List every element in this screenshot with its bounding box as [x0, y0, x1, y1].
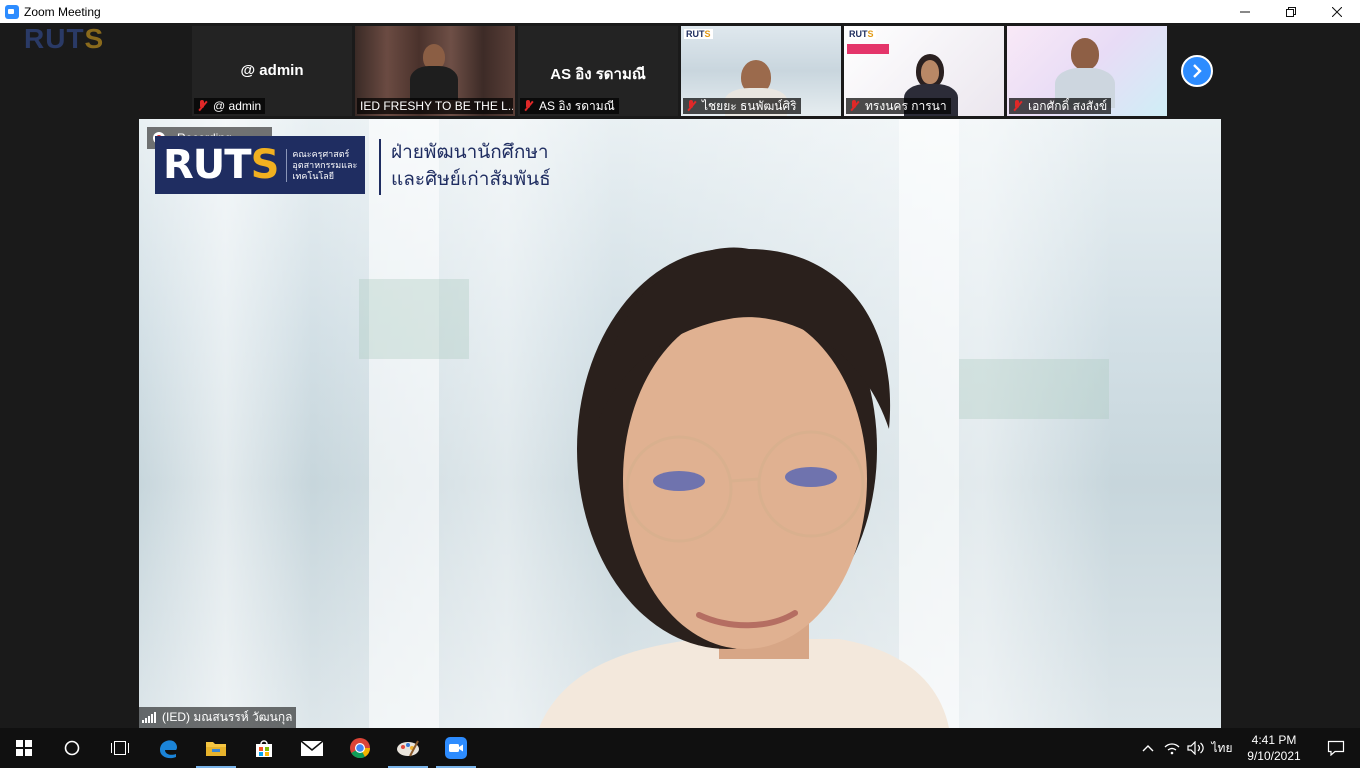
- background-logo: RUTS: [24, 23, 105, 54]
- windows-taskbar: ไทย 4:41 PM 9/10/2021: [0, 728, 1360, 768]
- participant-label: @ admin: [194, 98, 266, 114]
- participant-name: IED FRESHY TO BE THE L...: [360, 99, 513, 113]
- window-title: Zoom Meeting: [24, 4, 101, 19]
- store-app[interactable]: [240, 728, 288, 768]
- paint-app[interactable]: [384, 728, 432, 768]
- minimize-button[interactable]: [1222, 0, 1268, 23]
- ruts-logo-subtitle: คณะครุศาสตร์ อุตสาหกรรมและเทคโนโลยี: [286, 148, 365, 182]
- banner-divider: [379, 139, 381, 195]
- participant-name-center: AS อิง รดามณี: [550, 66, 646, 83]
- notification-icon: [1327, 740, 1345, 756]
- action-center-button[interactable]: [1312, 728, 1360, 768]
- mic-muted-icon: [849, 100, 859, 112]
- taskbar-clock[interactable]: 4:41 PM 9/10/2021: [1236, 732, 1312, 764]
- participant-video-face: [921, 60, 939, 84]
- participant-video-head: [1071, 38, 1099, 70]
- mic-muted-icon: [686, 100, 696, 112]
- participant-label: เอกศักดิ์ สงสังข์: [1009, 98, 1112, 114]
- ruts-banner-logo: RUTS คณะครุศาสตร์ อุตสาหกรรมและเทคโนโลยี: [155, 136, 365, 194]
- ruts-logo-text: RUTS: [163, 142, 279, 188]
- chrome-icon: [350, 738, 371, 759]
- close-icon: [1332, 6, 1342, 17]
- task-view-button[interactable]: [96, 728, 144, 768]
- banner-line1: ฝ่ายพัฒนานักศึกษา: [391, 141, 549, 163]
- mail-icon: [300, 740, 324, 756]
- participant-tile[interactable]: @ admin @ admin: [192, 26, 352, 116]
- participant-tile[interactable]: เอกศักดิ์ สงสังข์: [1007, 26, 1167, 116]
- edge-app[interactable]: [144, 728, 192, 768]
- participant-name: เอกศักดิ์ สงสังข์: [1028, 99, 1108, 113]
- start-button[interactable]: [0, 728, 48, 768]
- participant-tile[interactable]: IED FRESHY TO BE THE L...: [355, 26, 515, 116]
- edge-icon: [160, 740, 177, 759]
- mail-app[interactable]: [288, 728, 336, 768]
- search-circle-icon: [64, 740, 80, 756]
- ruts-mini-logo: RUTS: [684, 29, 713, 39]
- meeting-area: RUTS @ admin @ admin IED FRESHY TO BE TH…: [0, 23, 1360, 728]
- window-controls: [1222, 0, 1360, 23]
- restore-icon: [1286, 6, 1296, 17]
- ruts-mini-logo: RUTS: [847, 29, 876, 39]
- participant-video-body: [410, 66, 458, 100]
- folder-icon: [206, 742, 226, 756]
- wifi-icon: [1164, 743, 1180, 755]
- chevron-right-icon: [1193, 64, 1202, 78]
- participant-name-center: @ admin: [240, 62, 304, 79]
- banner-text: ฝ่ายพัฒนานักศึกษา และศิษย์เก่าสัมพันธ์: [391, 139, 551, 193]
- logo-subtitle-line2: อุตสาหกรรมและเทคโนโลยี: [292, 159, 358, 181]
- file-explorer-app[interactable]: [192, 728, 240, 768]
- participant-name: AS อิง รดามณี: [539, 99, 615, 113]
- participant-tile[interactable]: AS อิง รดามณี AS อิง รดามณี: [518, 26, 678, 116]
- participant-label: AS อิง รดามณี: [520, 98, 619, 114]
- signal-strength-icon: [142, 712, 156, 723]
- active-speaker-video[interactable]: Recording... RUTS คณะครุศาสตร์ อุตสาหกรร…: [139, 119, 1221, 728]
- participant-name: @ admin: [213, 99, 262, 113]
- paint-icon: [397, 740, 419, 757]
- show-hidden-icons-button[interactable]: [1136, 728, 1160, 768]
- chevron-up-icon: [1142, 745, 1154, 752]
- smart-banner: [847, 44, 889, 54]
- minimize-icon: [1240, 11, 1250, 12]
- participant-tile[interactable]: RUTS ทรงนคร การนา: [844, 26, 1004, 116]
- logo-subtitle-line1: คณะครุศาสตร์: [292, 148, 350, 159]
- title-bar: Zoom Meeting: [0, 0, 1360, 23]
- participant-tile[interactable]: RUTS ไชยยะ ธนพัฒน์ศิริ: [681, 26, 841, 116]
- system-tray: ไทย 4:41 PM 9/10/2021: [1136, 728, 1360, 768]
- speaker-figure: [539, 247, 949, 728]
- task-view-icon: [111, 741, 129, 755]
- search-button[interactable]: [48, 728, 96, 768]
- zoom-app[interactable]: [432, 728, 480, 768]
- mic-muted-icon: [197, 100, 207, 112]
- speaker-volume-icon: [1187, 741, 1204, 755]
- participant-label: IED FRESHY TO BE THE L...: [357, 98, 513, 114]
- active-speaker-name: (IED) มณสนรรห์ วัฒนกุล: [162, 710, 293, 724]
- close-button[interactable]: [1314, 0, 1360, 23]
- participant-name: ทรงนคร การนา: [865, 99, 947, 113]
- mic-muted-icon: [1012, 100, 1022, 112]
- volume-button[interactable]: [1184, 728, 1208, 768]
- zoom-icon: [445, 737, 467, 759]
- gallery-next-button[interactable]: [1181, 55, 1213, 87]
- gallery-strip: @ admin @ admin IED FRESHY TO BE THE L..…: [192, 26, 1167, 116]
- clock-date: 9/10/2021: [1247, 749, 1301, 763]
- banner-line2: และศิษย์เก่าสัมพันธ์: [391, 168, 551, 190]
- active-speaker-label: (IED) มณสนรรห์ วัฒนกุล: [139, 707, 297, 728]
- chrome-app[interactable]: [336, 728, 384, 768]
- participant-label: ทรงนคร การนา: [846, 98, 951, 114]
- restore-button[interactable]: [1268, 0, 1314, 23]
- zoom-app-icon: [5, 4, 19, 19]
- network-button[interactable]: [1160, 728, 1184, 768]
- windows-logo-icon: [16, 740, 32, 756]
- participant-label: ไชยยะ ธนพัฒน์ศิริ: [683, 98, 801, 114]
- participant-name: ไชยยะ ธนพัฒน์ศิริ: [702, 99, 797, 113]
- input-language-indicator[interactable]: ไทย: [1208, 739, 1236, 758]
- mic-muted-icon: [523, 100, 533, 112]
- store-icon: [256, 740, 272, 757]
- clock-time: 4:41 PM: [1251, 733, 1297, 747]
